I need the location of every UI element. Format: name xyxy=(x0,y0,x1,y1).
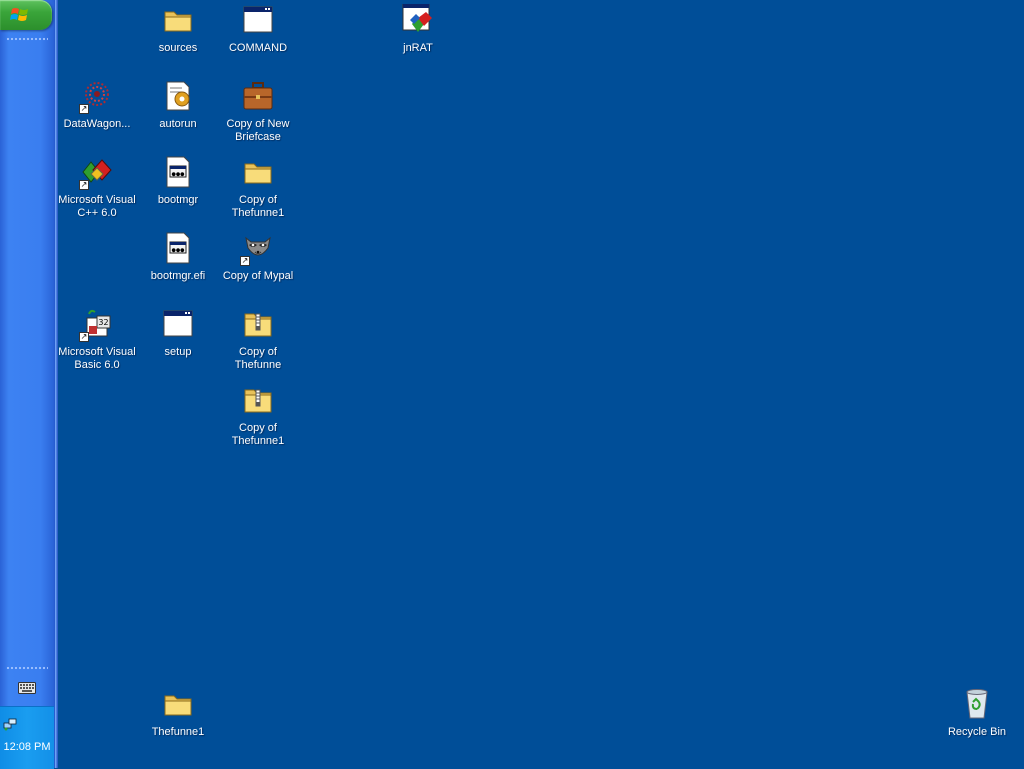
taskbar: 12:08 PM xyxy=(0,0,58,769)
system-file-icon: ●●● xyxy=(162,156,194,188)
icon-label: DataWagon... xyxy=(63,118,131,130)
desktop-icon-datawagon[interactable]: ↗ DataWagon... xyxy=(57,80,137,131)
datawagon-icon: ↗ xyxy=(79,80,113,114)
system-file-icon: ●●● xyxy=(162,232,194,264)
desktop-icon-copy-new-briefcase[interactable]: Copy of New Briefcase xyxy=(218,80,298,144)
desktop-icon-bootmgr[interactable]: ●●● bootmgr xyxy=(138,156,218,207)
clock[interactable]: 12:08 PM xyxy=(0,741,54,753)
icon-label: Recycle Bin xyxy=(947,726,1007,738)
icon-label: Microsoft Visual Basic 6.0 xyxy=(58,346,136,371)
icon-label: Copy of Mypal xyxy=(222,270,294,282)
taskbar-grip-bottom[interactable] xyxy=(6,666,48,670)
svg-text:●●●: ●●● xyxy=(171,172,185,178)
icon-label: jnRAT xyxy=(403,42,433,54)
windows-logo-icon xyxy=(10,8,28,21)
desktop-icon-sources[interactable]: sources xyxy=(138,4,218,55)
folder-icon xyxy=(242,156,274,188)
visual-cpp-icon: ↗ xyxy=(79,156,113,190)
icon-label: bootmgr xyxy=(157,194,199,206)
desktop-icon-copy-thefunne-zip[interactable]: Copy of Thefunne xyxy=(218,308,298,372)
icon-label: Copy of Thefunne xyxy=(234,346,282,371)
desktop-icon-autorun[interactable]: autorun xyxy=(138,80,218,131)
zip-folder-icon xyxy=(242,308,274,340)
desktop-icon-bootmgr-efi[interactable]: ●●● bootmgr.efi xyxy=(138,232,218,283)
taskbar-grip-top[interactable] xyxy=(6,37,48,41)
icon-label: setup xyxy=(164,346,192,358)
zip-folder-icon xyxy=(242,384,274,416)
keyboard-icon[interactable] xyxy=(18,682,36,694)
svg-text:32: 32 xyxy=(98,318,108,327)
folder-icon xyxy=(162,688,194,720)
desktop-icon-copy-thefunne1-zip[interactable]: Copy of Thefunne1 xyxy=(218,384,298,448)
icon-label: Copy of Thefunne1 xyxy=(231,194,285,219)
visual-basic-icon: 32 ↗ xyxy=(79,308,113,342)
desktop-icon-thefunne1[interactable]: Thefunne1 xyxy=(138,688,218,739)
shortcut-arrow-icon: ↗ xyxy=(79,104,89,114)
desktop-icon-command[interactable]: COMMAND xyxy=(218,4,298,55)
desktop-icon-recycle-bin[interactable]: Recycle Bin xyxy=(937,688,1017,739)
desktop-icon-msvb[interactable]: 32 ↗ Microsoft Visual Basic 6.0 xyxy=(57,308,137,372)
system-tray: 12:08 PM xyxy=(0,706,54,769)
briefcase-icon xyxy=(242,80,274,112)
program-window-icon xyxy=(162,308,194,340)
start-button[interactable] xyxy=(0,0,52,30)
setup-info-icon xyxy=(162,80,194,112)
desktop-icon-setup[interactable]: setup xyxy=(138,308,218,359)
icon-label: Microsoft Visual C++ 6.0 xyxy=(58,194,136,219)
folder-icon xyxy=(162,4,194,36)
shortcut-arrow-icon: ↗ xyxy=(79,332,89,342)
icon-label: Copy of New Briefcase xyxy=(226,118,290,143)
icon-label: Thefunne1 xyxy=(151,726,205,738)
msdos-program-icon xyxy=(242,4,274,36)
icon-label: COMMAND xyxy=(228,42,288,54)
network-icon[interactable] xyxy=(3,717,17,731)
recycle-bin-icon xyxy=(961,688,993,720)
icon-label: autorun xyxy=(159,118,197,130)
desktop-icon-copy-thefunne1-folder[interactable]: Copy of Thefunne1 xyxy=(218,156,298,220)
icon-label: Copy of Thefunne1 xyxy=(231,422,285,447)
shortcut-arrow-icon: ↗ xyxy=(240,256,250,266)
desktop-icon-copy-mypal[interactable]: ↗ Copy of Mypal xyxy=(218,232,298,283)
svg-text:●●●: ●●● xyxy=(171,248,185,254)
icon-label: sources xyxy=(158,42,198,54)
desktop-icon-jnrat[interactable]: jnRAT xyxy=(378,3,458,55)
java-app-icon xyxy=(402,3,434,36)
desktop-icon-msvc[interactable]: ↗ Microsoft Visual C++ 6.0 xyxy=(57,156,137,220)
icon-label: bootmgr.efi xyxy=(150,270,206,282)
shortcut-arrow-icon: ↗ xyxy=(79,180,89,190)
raccoon-browser-icon: ↗ xyxy=(240,232,274,266)
